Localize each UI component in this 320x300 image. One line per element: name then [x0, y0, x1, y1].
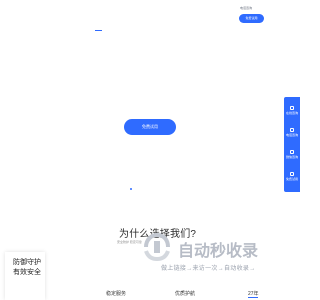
side-item-trial[interactable]: 免费试用: [284, 172, 300, 181]
watermark-subtitle: 做上链接→来访一次→自动收录→: [161, 266, 256, 272]
side-item-phone[interactable]: 电话咨询: [284, 128, 300, 137]
stat-item: 优质护航: [175, 291, 196, 297]
trial-icon: [290, 172, 294, 176]
header-link-contact[interactable]: 电话咨询: [240, 6, 252, 10]
carousel-dot[interactable]: [130, 188, 132, 190]
hero-cta-button[interactable]: 免费试用: [124, 119, 176, 135]
watermark-logo-icon: [144, 233, 170, 261]
feature-line-2: 有效安全: [13, 269, 41, 276]
feature-card[interactable]: 防御守护 有效安全: [5, 252, 45, 300]
watermark-title: 自动秒收录: [178, 243, 259, 260]
phone-icon: [290, 128, 294, 132]
stat-item: 27年: [248, 291, 259, 298]
stat-underline: [248, 297, 258, 298]
wechat-icon: [290, 150, 294, 154]
chat-icon: [290, 106, 294, 110]
side-item-online[interactable]: 在线咨询: [284, 106, 300, 115]
free-trial-button[interactable]: 免费试用: [239, 14, 264, 23]
side-item-wechat[interactable]: 微信咨询: [284, 150, 300, 159]
section-subtitle: 安全防护 稳定可靠: [117, 240, 142, 244]
stat-item: 稳定服务: [106, 291, 127, 297]
side-contact-panel: 在线咨询 电话咨询 微信咨询 免费试用: [284, 97, 300, 192]
nav-active-indicator: [95, 30, 102, 31]
feature-line-1: 防御守护: [13, 259, 41, 266]
